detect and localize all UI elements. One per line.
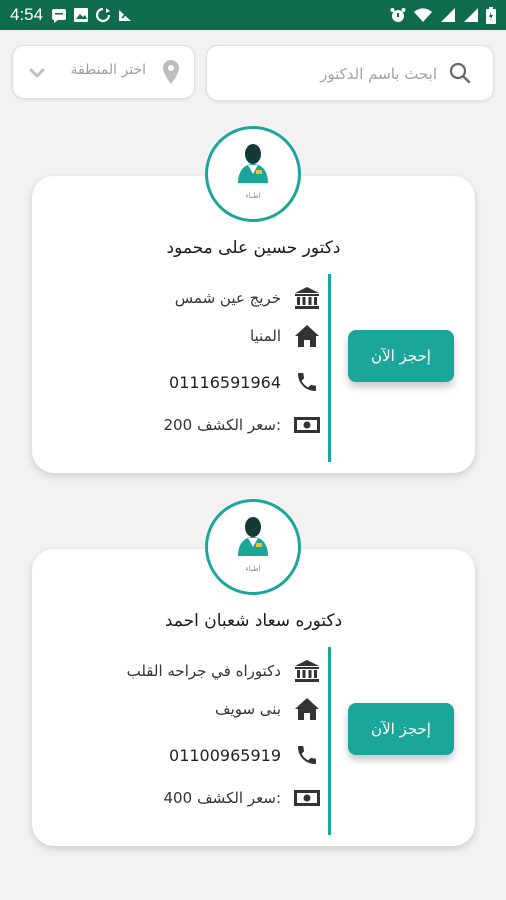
chevron-down-icon[interactable] — [29, 64, 45, 83]
money-icon — [293, 784, 321, 812]
doctor-name: دكتور حسين على محمود — [166, 238, 341, 258]
education-row: دكتوراه في جراحه القلب — [127, 657, 321, 685]
phone-icon — [293, 741, 321, 769]
phone-text[interactable]: 01116591964 — [169, 373, 281, 392]
location-pin-icon — [162, 59, 180, 89]
city-row: المنيا — [250, 322, 321, 350]
price-row: سعر الكشف: 200 — [164, 411, 321, 439]
price-value: 200 — [163, 416, 193, 434]
battery-icon — [486, 6, 496, 24]
doctor-avatar-icon — [238, 144, 268, 183]
doctor-avatar: اطباء — [205, 499, 301, 595]
education-row: خريج عين شمس — [175, 284, 321, 312]
phone-row[interactable]: 01116591964 — [169, 368, 321, 396]
region-dropdown[interactable]: اختر المنطقة — [12, 45, 195, 99]
price-row: سعر الكشف: 400 — [164, 784, 321, 812]
sync-icon — [95, 7, 111, 23]
book-now-button[interactable]: إحجز الآن — [348, 330, 454, 382]
price-value: 400 — [163, 789, 193, 807]
search-input[interactable] — [227, 60, 437, 88]
doctor-avatar-icon — [238, 517, 268, 556]
phone-icon — [293, 368, 321, 396]
phone-text[interactable]: 01100965919 — [169, 746, 281, 765]
alarm-icon — [390, 7, 406, 23]
city-row: بنى سويف — [215, 695, 321, 723]
image-icon — [73, 7, 89, 23]
card-divider — [328, 647, 331, 835]
nav-icon — [117, 7, 133, 23]
avatar-caption: اطباء — [245, 192, 261, 200]
avatar-caption: اطباء — [245, 565, 261, 573]
price-label: سعر الكشف: — [197, 789, 281, 807]
wifi-icon — [413, 7, 433, 23]
status-bar: 4:54 — [0, 0, 506, 30]
price-label: سعر الكشف: — [197, 416, 281, 434]
money-icon — [293, 411, 321, 439]
book-now-button[interactable]: إحجز الآن — [348, 703, 454, 755]
signal-icon — [440, 7, 456, 23]
home-icon — [293, 695, 321, 723]
message-icon — [51, 7, 67, 23]
search-icon[interactable] — [449, 62, 471, 88]
education-text: دكتوراه في جراحه القلب — [126, 662, 281, 680]
region-label: اختر المنطقة — [70, 62, 147, 78]
search-box[interactable] — [206, 45, 494, 101]
home-icon — [293, 322, 321, 350]
city-text: المنيا — [249, 327, 281, 345]
doctor-avatar: اطباء — [205, 126, 301, 222]
institution-icon — [293, 284, 321, 312]
phone-row[interactable]: 01100965919 — [169, 741, 321, 769]
education-text: خريج عين شمس — [174, 289, 281, 307]
status-time: 4:54 — [10, 5, 44, 24]
card-divider — [328, 274, 331, 462]
city-text: بنى سويف — [215, 700, 281, 718]
signal-icon — [463, 7, 479, 23]
doctor-name: دكتوره سعاد شعبان احمد — [164, 611, 343, 631]
institution-icon — [293, 657, 321, 685]
